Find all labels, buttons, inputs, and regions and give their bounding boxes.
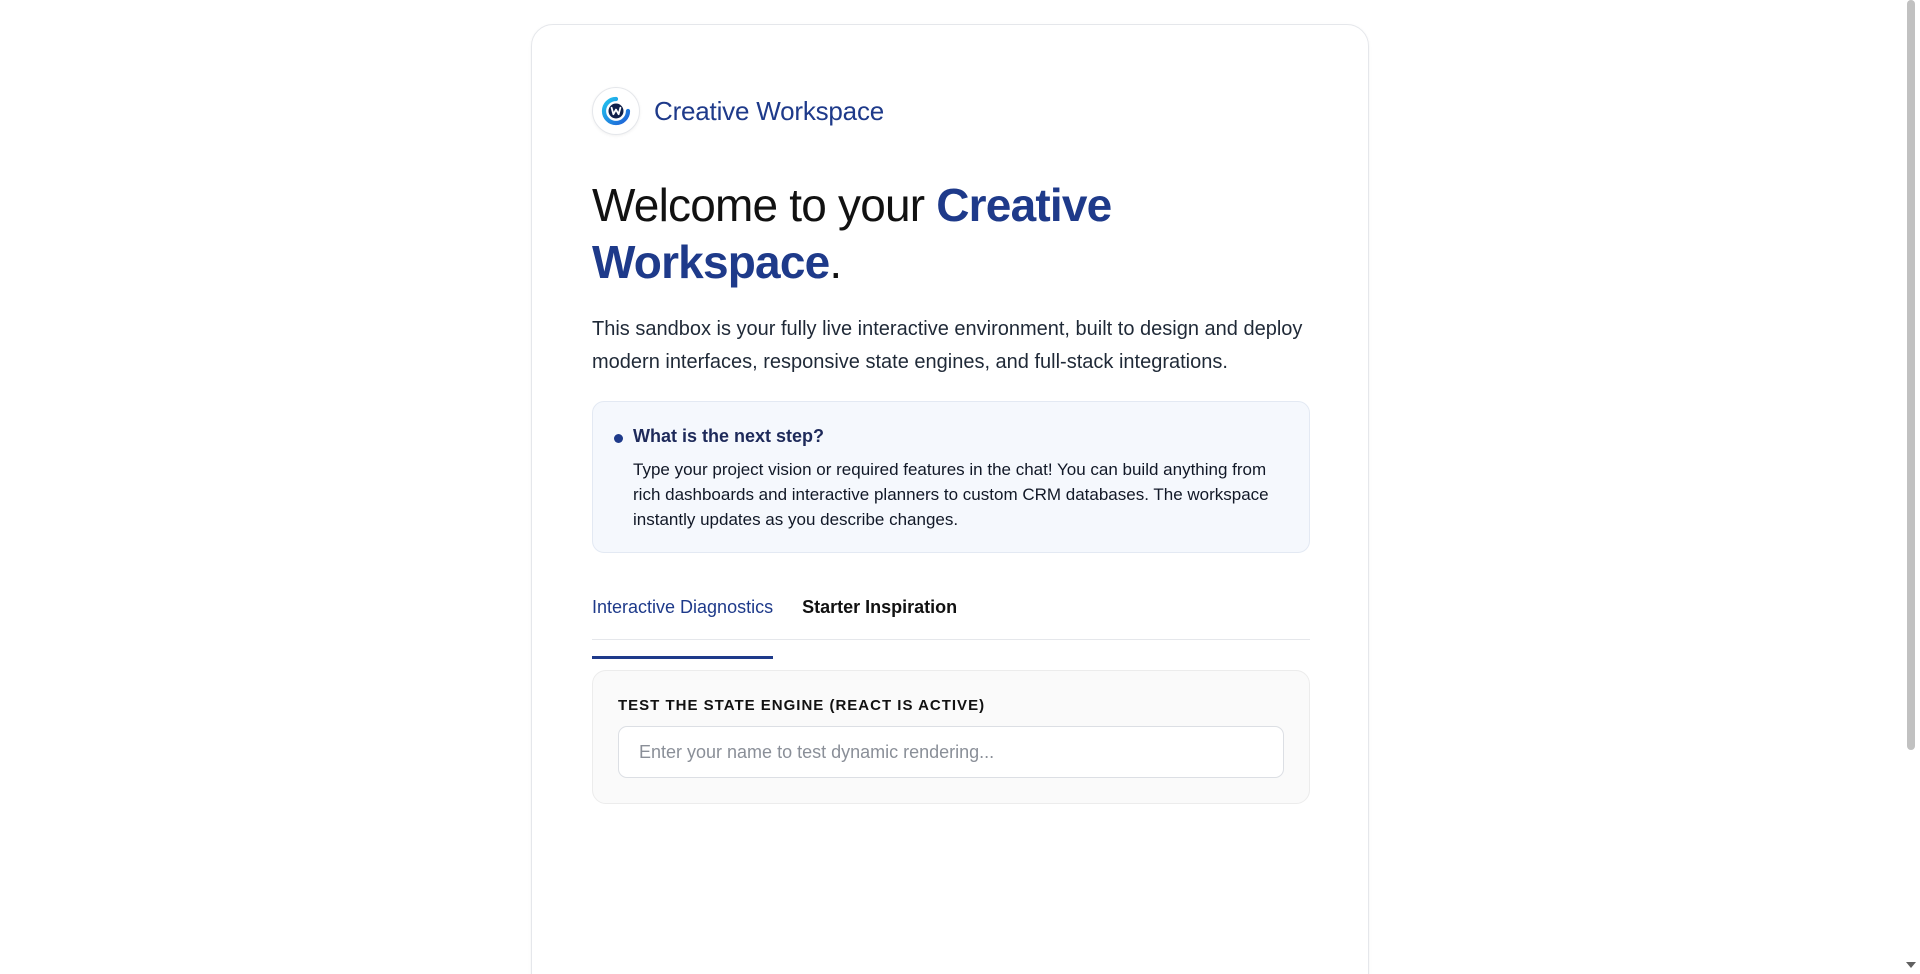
- scroll-down-arrow-icon[interactable]: [1906, 962, 1916, 968]
- brand-header: Creative Workspace: [592, 85, 1310, 137]
- callout-body: Type your project vision or required fea…: [633, 460, 1269, 529]
- page-scrollbar[interactable]: [1902, 0, 1920, 974]
- workspace-logo-icon: [592, 87, 640, 135]
- tab-starter-inspiration[interactable]: Starter Inspiration: [802, 585, 957, 639]
- name-input[interactable]: [618, 726, 1284, 778]
- workspace-card: Creative Workspace Welcome to your Creat…: [531, 24, 1369, 974]
- intro-text: This sandbox is your fully live interact…: [592, 318, 1303, 373]
- title-prefix: Welcome to your: [592, 179, 937, 231]
- diagnostics-panel: TEST THE STATE ENGINE (REACT IS ACTIVE): [592, 670, 1310, 804]
- page-title: Welcome to your Creative Workspace.: [592, 177, 1310, 291]
- scrollbar-thumb[interactable]: [1907, 0, 1915, 750]
- tab-interactive-diagnostics[interactable]: Interactive Diagnostics: [592, 585, 774, 659]
- tab-bar: Interactive Diagnostics Starter Inspirat…: [592, 585, 1310, 659]
- card-content: Creative Workspace Welcome to your Creat…: [592, 85, 1310, 804]
- page: Creative Workspace Welcome to your Creat…: [0, 0, 1920, 974]
- state-engine-label: TEST THE STATE ENGINE (REACT IS ACTIVE): [618, 697, 986, 714]
- bullet-dot-icon: [614, 434, 623, 443]
- callout-title: What is the next step?: [633, 426, 825, 446]
- workspace-logo-svg: [601, 96, 631, 126]
- brand-name: Creative Workspace: [654, 95, 885, 126]
- title-suffix: .: [829, 236, 842, 288]
- next-step-callout: What is the next step? Type your project…: [592, 401, 1310, 553]
